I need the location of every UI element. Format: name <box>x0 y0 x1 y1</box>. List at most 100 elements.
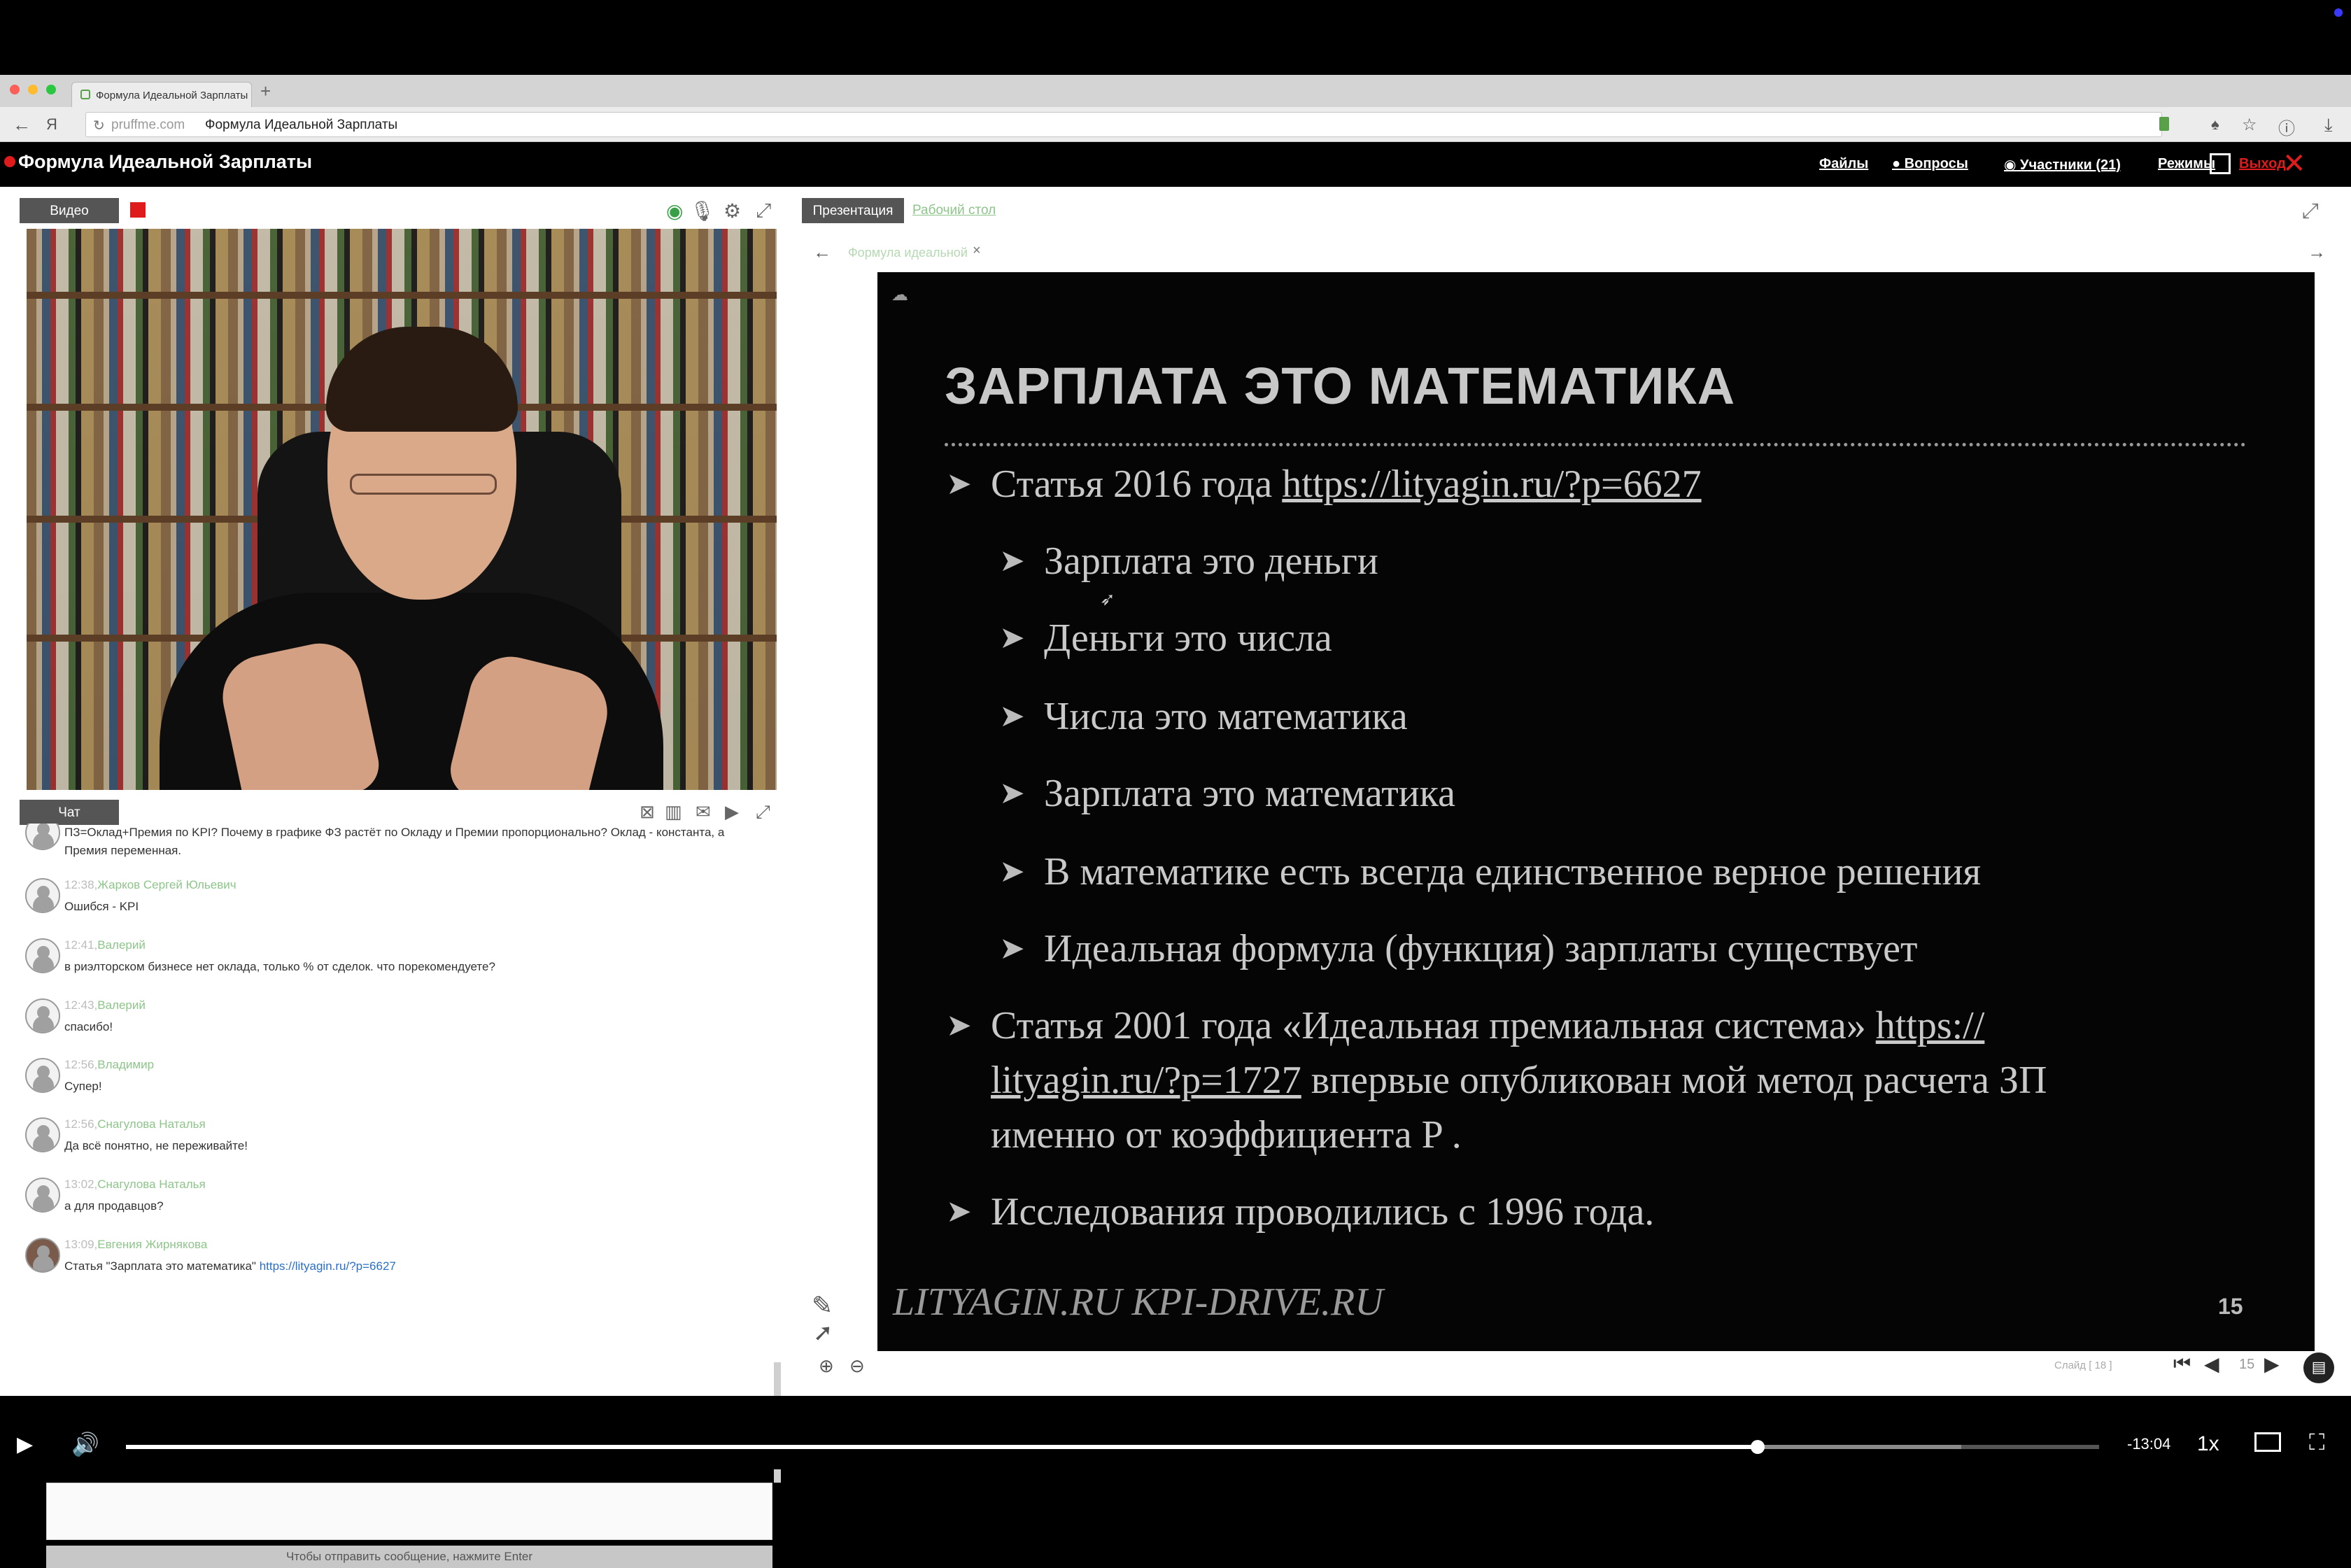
chat-tab[interactable]: Чат <box>20 800 119 825</box>
browser-tab[interactable]: Формула Идеальной Зарплаты <box>71 82 252 107</box>
arrow-left-icon[interactable]: ← <box>813 241 831 263</box>
slide-bullet: ➤ Статья 2016 года https://lityagin.ru/?p… <box>946 457 1702 511</box>
expand-icon[interactable]: ⤢ <box>756 199 771 223</box>
slide-link[interactable]: https://lityagin.ru/?p=6627 <box>1282 462 1701 506</box>
slide-sub-bullet: ➤ Идеальная формула (функция) зарплаты су… <box>999 921 1918 976</box>
slide-link[interactable]: https:// <box>1876 1004 1985 1047</box>
arrow-bullet-icon: ➤ <box>946 1008 972 1043</box>
recording-dot-icon <box>2334 8 2343 17</box>
browser-tab-bar: Формула Идеальной Зарплаты + <box>0 75 2351 107</box>
record-indicator-icon[interactable] <box>130 202 146 218</box>
participants-link-label: Участники (21) <box>2020 157 2121 173</box>
yandex-icon[interactable]: Я <box>46 115 57 134</box>
chat-message-text: ПЗ=Оклад+Премия по KPI? Почему в графике… <box>64 826 725 857</box>
progress-track[interactable] <box>126 1440 2099 1454</box>
picture-in-picture-icon[interactable] <box>2254 1432 2281 1452</box>
gear-icon[interactable]: ⚙ <box>723 199 741 223</box>
play-icon[interactable]: ▶ <box>725 801 739 823</box>
send-message-button[interactable]: Чтобы отправить сообщение, нажмите Enter <box>46 1546 772 1568</box>
maximize-window-button[interactable] <box>46 85 56 94</box>
chat-input[interactable] <box>46 1483 772 1540</box>
slide-footer: LITYAGIN.RU KPI-DRIVE.RU <box>893 1280 1383 1324</box>
progress-knob[interactable] <box>1751 1440 1765 1454</box>
zoom-out-icon[interactable]: ⊖ <box>849 1355 865 1377</box>
download-icon[interactable]: ⤓ <box>2324 114 2333 136</box>
playback-speed-button[interactable]: 1x <box>2197 1432 2219 1456</box>
layout-icon[interactable] <box>2210 153 2231 174</box>
app-logo-icon <box>4 156 15 167</box>
minimize-window-button[interactable] <box>28 85 38 94</box>
desktop-tab[interactable]: Рабочий стол <box>912 203 996 218</box>
chat-message-time: 12:56, <box>64 1058 98 1071</box>
export-chat-icon[interactable]: ▥ <box>665 801 682 823</box>
chat-message-author: Снагулова Наталья <box>97 1178 206 1191</box>
slide-link[interactable]: lityagin.ru/?p=1727 <box>991 1059 1301 1102</box>
chat-message-meta: 12:56,Владимир <box>64 1058 154 1072</box>
fullscreen-icon[interactable]: ⛶ <box>2309 1429 2324 1456</box>
chat-message-link[interactable]: https://lityagin.ru/?p=6627 <box>260 1259 396 1273</box>
close-icon[interactable]: ✕ <box>2282 148 2306 180</box>
back-arrow-icon[interactable]: ← <box>13 114 31 136</box>
chat-message-meta: 12:38,Жарков Сергей Юльевич <box>64 878 236 892</box>
slide: ☁ ЗАРПЛАТА ЭТО МАТЕМАТИКА ➤ Статья 2016 г… <box>877 272 2315 1351</box>
url-page-title: Формула Идеальной Зарплаты <box>205 118 398 132</box>
microphone-icon[interactable]: 🎙 <box>690 199 715 223</box>
slide-sub-bullet: ➤ Деньги это числа <box>999 611 1332 665</box>
close-document-icon[interactable]: × <box>973 243 981 259</box>
reload-icon[interactable]: ↻ <box>93 117 105 134</box>
site-favicon-icon <box>80 90 90 99</box>
expand-chat-icon[interactable]: ⤢ <box>756 801 770 824</box>
first-slide-icon[interactable]: ⏮ <box>2173 1352 2191 1376</box>
slide-title: ЗАРПЛАТА ЭТО МАТЕМАТИКА <box>945 357 1736 415</box>
document-tab[interactable]: Формула идеальной <box>848 246 968 260</box>
mouse-cursor-icon: ➶ <box>1100 588 1115 609</box>
zoom-in-icon[interactable]: ⊕ <box>819 1355 834 1377</box>
prev-slide-icon[interactable]: ◀ <box>2204 1352 2219 1376</box>
slide-sub-bullet-text: В математике есть всегда единственное ве… <box>1044 850 1982 894</box>
close-window-button[interactable] <box>10 85 20 94</box>
clear-chat-icon[interactable]: ⊠ <box>640 801 655 823</box>
files-link[interactable]: Файлы <box>1819 156 1868 172</box>
arrow-bullet-icon: ➤ <box>999 544 1025 578</box>
info-icon[interactable]: ⓘ <box>2278 115 2295 139</box>
avatar <box>25 878 60 913</box>
chat-message-text: Ошибся - KPI <box>64 900 139 913</box>
participants-link[interactable]: ◉ Участники (21) <box>2004 156 2121 174</box>
questions-link[interactable]: ● Вопросы <box>1892 156 1968 172</box>
video-tab[interactable]: Видео <box>20 198 119 223</box>
slide-divider <box>945 443 2246 446</box>
browser-toolbar: ← Я ↻ pruffme.com Формула Идеальной Зарп… <box>0 107 2351 142</box>
presentation-tab[interactable]: Презентация <box>802 198 904 223</box>
bookmark-star-icon[interactable]: ☆ <box>2242 115 2257 135</box>
volume-icon[interactable]: 🔊 <box>71 1431 99 1457</box>
pointer-icon[interactable]: ➚ <box>813 1319 833 1347</box>
slide-bullet-text: Статья 2016 года <box>991 462 1283 506</box>
speaker-video <box>27 229 777 790</box>
arrow-right-icon[interactable]: → <box>2308 241 2326 263</box>
chat-message-time: 12:56, <box>64 1117 98 1131</box>
location-pin-icon[interactable]: ◉ <box>666 199 683 223</box>
webinar-title: Формула Идеальной Зарплаты <box>18 151 313 172</box>
slide-bullet-text: Исследования проводились с 1996 года. <box>991 1190 1655 1234</box>
slide-sub-bullet-text: Числа это математика <box>1044 695 1408 738</box>
mail-icon[interactable]: ✉ <box>696 801 711 823</box>
chat-message-text: Статья "Зарплата это математика" https:/… <box>64 1257 764 1276</box>
chat-message-time: 12:41, <box>64 938 98 952</box>
lock-icon <box>2159 117 2169 131</box>
arrow-bullet-icon: ➤ <box>999 854 1025 889</box>
play-button[interactable]: ▶ <box>17 1432 33 1457</box>
modes-link[interactable]: Режимы <box>2158 156 2215 172</box>
avatar <box>25 938 60 973</box>
slide-bullet-text: Статья 2001 года «Идеальная премиальная … <box>991 1004 1876 1047</box>
address-bar[interactable]: ↻ pruffme.com Формула Идеальной Зарплаты <box>85 112 2162 137</box>
screen-share-icon[interactable]: ▤ <box>2303 1352 2334 1383</box>
exit-link[interactable]: Выход <box>2239 156 2286 172</box>
chat-message-author: Валерий <box>97 938 146 952</box>
chat-message-time: 13:09, <box>64 1238 98 1251</box>
expand-presentation-icon[interactable]: ⤢ <box>2302 199 2319 223</box>
new-tab-button[interactable]: + <box>260 80 271 102</box>
extension-icon[interactable]: ♠ <box>2211 115 2219 134</box>
next-slide-icon[interactable]: ▶ <box>2264 1352 2280 1376</box>
arrow-bullet-icon: ➤ <box>999 621 1025 655</box>
pen-icon[interactable]: ✎ <box>812 1291 833 1320</box>
